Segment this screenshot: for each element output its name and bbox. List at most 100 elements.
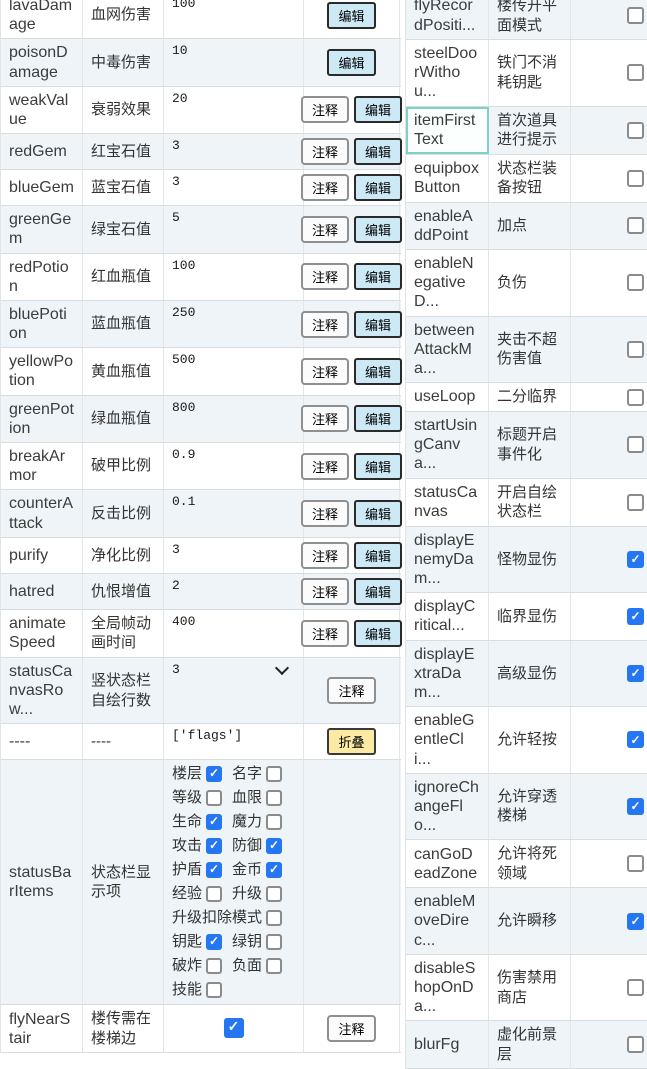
- fold-button[interactable]: 折叠: [327, 728, 375, 755]
- flag-checkbox[interactable]: [627, 7, 644, 24]
- comment-button[interactable]: 注释: [301, 311, 349, 338]
- statusbar-item-checkbox[interactable]: [206, 886, 222, 902]
- statusbar-item-checkbox[interactable]: ✓: [266, 838, 282, 854]
- flag-checkbox[interactable]: [627, 494, 644, 511]
- comment-button[interactable]: 注释: [301, 174, 349, 201]
- statusbar-item-checkbox[interactable]: [266, 910, 282, 926]
- flag-checkbox[interactable]: [627, 389, 644, 406]
- config-key-cell[interactable]: enableGentleCli...: [406, 707, 489, 773]
- config-key-cell[interactable]: statusCanvas: [406, 479, 489, 526]
- flag-checkbox[interactable]: ✓: [627, 731, 644, 748]
- flag-checkbox[interactable]: [627, 122, 644, 139]
- config-key-cell[interactable]: ignoreChangeFlo...: [406, 774, 489, 840]
- comment-button[interactable]: 注释: [301, 138, 349, 165]
- comment-button[interactable]: 注释: [301, 358, 349, 385]
- statusbar-item-checkbox[interactable]: [266, 934, 282, 950]
- row-count-select[interactable]: 3: [172, 661, 295, 679]
- config-key-cell[interactable]: animateSpeed: [1, 610, 83, 657]
- statusbar-item-checkbox[interactable]: ✓: [206, 934, 222, 950]
- config-key-cell[interactable]: flyNearStair: [1, 1005, 83, 1052]
- config-key-cell[interactable]: counterAttack: [1, 490, 83, 536]
- comment-button[interactable]: 注释: [301, 578, 349, 605]
- statusbar-item-checkbox[interactable]: ✓: [206, 766, 222, 782]
- config-key-cell[interactable]: canGoDeadZone: [406, 840, 489, 887]
- statusbar-item-checkbox[interactable]: ✓: [206, 838, 222, 854]
- statusbar-item-checkbox[interactable]: ✓: [206, 862, 222, 878]
- edit-button[interactable]: 编辑: [354, 311, 402, 338]
- comment-button[interactable]: 注释: [301, 542, 349, 569]
- config-key-cell[interactable]: steelDoorWithou...: [406, 40, 489, 106]
- comment-button[interactable]: 注释: [301, 500, 349, 527]
- comment-button[interactable]: 注释: [301, 405, 349, 432]
- config-key-cell[interactable]: hatred: [1, 574, 83, 609]
- config-key-cell[interactable]: blueGem: [1, 170, 83, 205]
- edit-button[interactable]: 编辑: [354, 578, 402, 605]
- flag-checkbox[interactable]: ✓: [627, 665, 644, 682]
- edit-button[interactable]: 编辑: [354, 263, 402, 290]
- flag-checkbox[interactable]: ✓: [627, 913, 644, 930]
- flag-checkbox[interactable]: [627, 64, 644, 81]
- comment-button[interactable]: 注释: [301, 96, 349, 123]
- config-key-cell[interactable]: greenGem: [1, 206, 83, 252]
- config-key-cell[interactable]: redPotion: [1, 254, 83, 300]
- config-key-cell[interactable]: statusBarItems: [1, 760, 83, 1004]
- config-key-cell[interactable]: blurFg: [406, 1021, 489, 1068]
- config-key-cell[interactable]: bluePotion: [1, 301, 83, 347]
- config-key-cell[interactable]: betweenAttackMa...: [406, 317, 489, 383]
- config-key-cell[interactable]: enableNegativeD...: [406, 250, 489, 316]
- config-key-cell[interactable]: purify: [1, 538, 83, 573]
- config-key-cell[interactable]: statusCanvasRow...: [1, 658, 83, 724]
- flag-checkbox[interactable]: [627, 170, 644, 187]
- comment-button[interactable]: 注释: [301, 216, 349, 243]
- config-key-cell[interactable]: equipboxButton: [406, 155, 489, 202]
- config-key-cell[interactable]: displayExtraDam...: [406, 641, 489, 707]
- comment-button[interactable]: 注释: [327, 1015, 375, 1042]
- config-key-cell[interactable]: startUsingCanva...: [406, 412, 489, 478]
- comment-button[interactable]: 注释: [301, 263, 349, 290]
- config-key-cell[interactable]: enableMoveDirec...: [406, 888, 489, 954]
- edit-button[interactable]: 编辑: [354, 453, 402, 480]
- statusbar-item-checkbox[interactable]: ✓: [206, 814, 222, 830]
- config-key-cell[interactable]: itemFirstText: [406, 107, 489, 154]
- config-key-cell[interactable]: ----: [1, 724, 83, 759]
- statusbar-item-checkbox[interactable]: [266, 814, 282, 830]
- value-checkbox[interactable]: ✓: [224, 1018, 244, 1038]
- edit-button[interactable]: 编辑: [354, 96, 402, 123]
- flag-checkbox[interactable]: [627, 341, 644, 358]
- config-key-cell[interactable]: lavaDamage: [1, 0, 83, 38]
- edit-button[interactable]: 编辑: [327, 2, 375, 29]
- config-key-cell[interactable]: flyRecordPositi...: [406, 0, 489, 39]
- edit-button[interactable]: 编辑: [354, 216, 402, 243]
- edit-button[interactable]: 编辑: [354, 542, 402, 569]
- statusbar-item-checkbox[interactable]: [266, 790, 282, 806]
- flag-checkbox[interactable]: ✓: [627, 798, 644, 815]
- flag-checkbox[interactable]: [627, 217, 644, 234]
- edit-button[interactable]: 编辑: [354, 174, 402, 201]
- flag-checkbox[interactable]: ✓: [627, 608, 644, 625]
- config-key-cell[interactable]: greenPotion: [1, 396, 83, 442]
- flag-checkbox[interactable]: [627, 274, 644, 291]
- config-key-cell[interactable]: enableAddPoint: [406, 203, 489, 249]
- statusbar-item-checkbox[interactable]: [266, 958, 282, 974]
- edit-button[interactable]: 编辑: [327, 49, 375, 76]
- config-key-cell[interactable]: disableShopOnDa...: [406, 955, 489, 1021]
- statusbar-item-checkbox[interactable]: ✓: [266, 862, 282, 878]
- config-key-cell[interactable]: breakArmor: [1, 443, 83, 489]
- statusbar-item-checkbox[interactable]: [206, 958, 222, 974]
- edit-button[interactable]: 编辑: [354, 405, 402, 432]
- comment-button[interactable]: 注释: [301, 453, 349, 480]
- statusbar-item-checkbox[interactable]: [266, 886, 282, 902]
- statusbar-item-checkbox[interactable]: [206, 790, 222, 806]
- flag-checkbox[interactable]: ✓: [627, 551, 644, 568]
- comment-button[interactable]: 注释: [327, 677, 375, 704]
- config-key-cell[interactable]: yellowPotion: [1, 348, 83, 394]
- edit-button[interactable]: 编辑: [354, 358, 402, 385]
- statusbar-item-checkbox[interactable]: [266, 766, 282, 782]
- statusbar-item-checkbox[interactable]: [206, 982, 222, 998]
- edit-button[interactable]: 编辑: [354, 500, 402, 527]
- config-key-cell[interactable]: displayEnemyDam...: [406, 527, 489, 593]
- flag-checkbox[interactable]: [627, 436, 644, 453]
- config-key-cell[interactable]: displayCritical...: [406, 593, 489, 639]
- flag-checkbox[interactable]: [627, 1036, 644, 1053]
- flag-checkbox[interactable]: [627, 855, 644, 872]
